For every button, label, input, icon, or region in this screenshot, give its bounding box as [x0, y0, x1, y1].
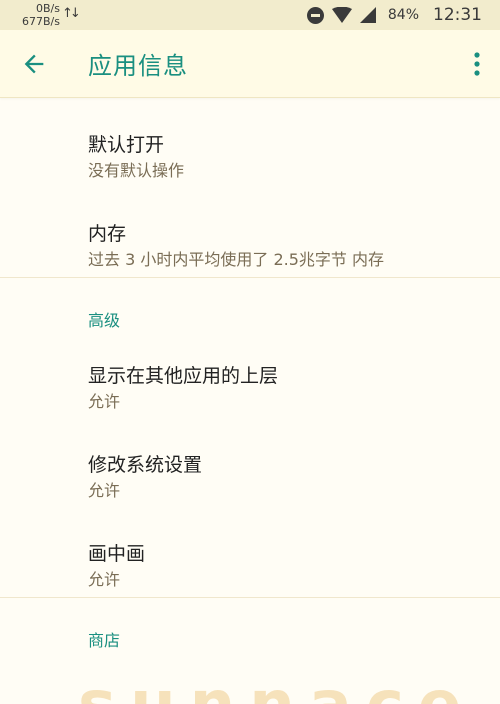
wifi-icon — [331, 7, 352, 23]
item-subtitle: 允许 — [88, 481, 121, 500]
list-item-memory[interactable]: 内存 过去 3 小时内平均使用了 2.5兆字节 内存 — [0, 188, 500, 277]
section-header-advanced: 高级 — [88, 311, 121, 330]
page-title: 应用信息 — [88, 52, 188, 80]
item-title: 显示在其他应用的上层 — [88, 365, 279, 387]
battery-percent: 84% — [387, 7, 419, 23]
item-title: 画中画 — [88, 543, 146, 565]
list-item-display-over-other-apps[interactable]: 显示在其他应用的上层 允许 — [0, 330, 500, 419]
list-item-open-by-default[interactable]: 默认打开 没有默认操作 — [0, 99, 500, 188]
list-item-picture-in-picture[interactable]: 画中画 允许 — [0, 508, 500, 597]
cell-signal-icon — [359, 7, 376, 23]
net-up-speed: 0B/s — [36, 2, 60, 15]
do-not-disturb-icon — [306, 6, 324, 24]
status-bar: 0B/s 677B/s ↑↓ 84% 12:31 — [0, 0, 500, 30]
item-subtitle: 没有默认操作 — [88, 161, 185, 180]
app-bar: 应用信息 — [0, 30, 500, 98]
arrow-left-icon[interactable] — [20, 50, 48, 78]
status-icons: 84% 12:31 — [306, 4, 482, 26]
list-item-modify-system-settings[interactable]: 修改系统设置 允许 — [0, 419, 500, 508]
item-subtitle: 允许 — [88, 570, 121, 589]
item-title: 内存 — [88, 223, 127, 245]
watermark: sunnace — [78, 668, 475, 704]
settings-list: 默认打开 没有默认操作 内存 过去 3 小时内平均使用了 2.5兆字节 内存 高… — [0, 99, 500, 650]
net-down-speed: 677B/s — [22, 15, 60, 28]
network-speed: 0B/s 677B/s — [18, 2, 60, 28]
clock: 12:31 — [433, 5, 482, 25]
data-transfer-icon: ↑↓ — [62, 6, 81, 21]
section-header-store: 商店 — [88, 631, 121, 650]
item-subtitle: 允许 — [88, 392, 121, 411]
item-subtitle: 过去 3 小时内平均使用了 2.5兆字节 内存 — [88, 250, 384, 269]
item-title: 默认打开 — [88, 134, 165, 156]
item-title: 修改系统设置 — [88, 454, 203, 476]
more-vert-icon[interactable] — [472, 50, 482, 78]
